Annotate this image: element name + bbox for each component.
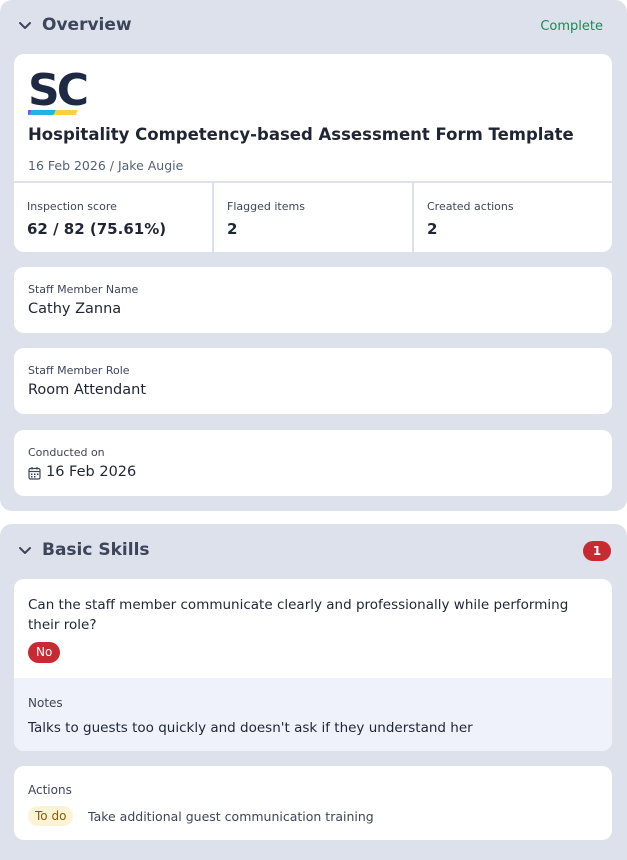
overview-header[interactable]: Overview Complete xyxy=(0,0,627,52)
chevron-down-icon[interactable] xyxy=(18,545,32,557)
question-card: Can the staff member communicate clearly… xyxy=(14,579,612,751)
staff-name-value: Cathy Zanna xyxy=(28,301,122,317)
field-label: Conducted on xyxy=(28,446,105,459)
actions-label: Actions xyxy=(28,783,72,797)
staff-name-card: Staff Member Name Cathy Zanna xyxy=(14,267,612,333)
safetyculture-logo: SC xyxy=(28,67,90,116)
basic-skills-section: Basic Skills 1 Can the staff member comm… xyxy=(0,524,627,860)
field-label: Staff Member Role xyxy=(28,364,130,377)
actions-card: Actions To do Take additional guest comm… xyxy=(14,766,612,840)
staff-role-card: Staff Member Role Room Attendant xyxy=(14,348,612,414)
field-label: Staff Member Name xyxy=(28,283,139,296)
stat-flagged-items[interactable]: Flagged items 2 xyxy=(212,183,412,252)
answer-badge: No xyxy=(28,642,61,663)
staff-role-value: Room Attendant xyxy=(28,382,147,398)
stat-value: 2 xyxy=(427,220,438,238)
stat-value: 62 / 82 (75.61%) xyxy=(27,220,167,238)
chevron-down-icon[interactable] xyxy=(18,20,32,32)
question-text: Can the staff member communicate clearly… xyxy=(28,597,569,633)
report-header-card: SC Hospitality Competency-based Assessme… xyxy=(14,54,612,252)
svg-text:SC: SC xyxy=(28,67,87,116)
action-status-badge: To do xyxy=(28,806,74,826)
stat-inspection-score: Inspection score 62 / 82 (75.61%) xyxy=(14,183,212,252)
inspection-meta: 16 Feb 2026 / Jake Augie xyxy=(28,158,184,173)
template-title: Hospitality Competency-based Assessment … xyxy=(28,125,574,144)
conducted-on-card: Conducted on 16 Feb 2026 xyxy=(14,430,612,496)
action-item[interactable]: Take additional guest communication trai… xyxy=(88,809,374,824)
basic-skills-header[interactable]: Basic Skills 1 xyxy=(0,524,627,576)
overview-section: Overview Complete SC Hospitality Compete… xyxy=(0,0,627,511)
stat-label: Inspection score xyxy=(27,200,117,213)
notes-panel: Notes Talks to guests too quickly and do… xyxy=(14,678,612,751)
calendar-icon xyxy=(28,467,41,480)
stat-label: Flagged items xyxy=(227,200,305,213)
stats-row: Inspection score 62 / 82 (75.61%) Flagge… xyxy=(14,181,612,252)
basic-skills-title: Basic Skills xyxy=(42,540,150,560)
overview-title: Overview xyxy=(42,15,132,35)
status-badge: Complete xyxy=(540,19,603,34)
stat-label: Created actions xyxy=(427,200,514,213)
flag-count-badge: 1 xyxy=(583,541,611,561)
conducted-date-value: 16 Feb 2026 xyxy=(46,464,137,480)
stat-created-actions[interactable]: Created actions 2 xyxy=(412,183,612,252)
stat-value: 2 xyxy=(227,220,238,238)
notes-text: Talks to guests too quickly and doesn't … xyxy=(28,720,473,736)
notes-label: Notes xyxy=(28,696,63,710)
